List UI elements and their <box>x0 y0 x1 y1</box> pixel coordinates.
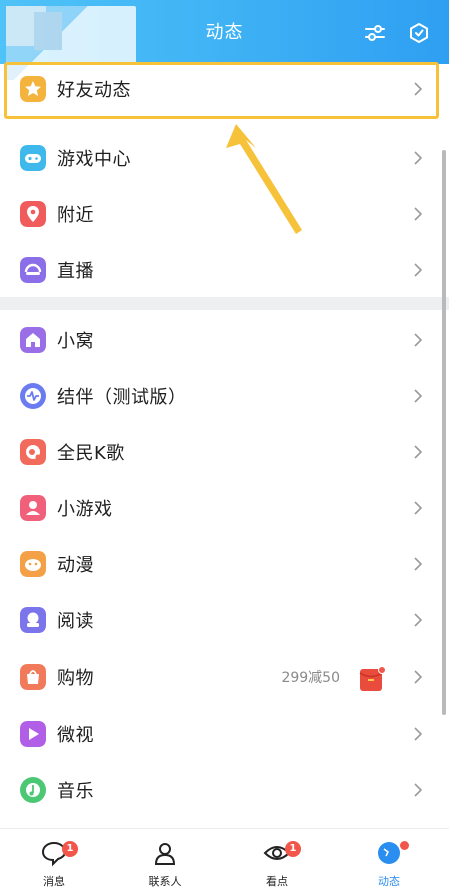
chevron-right-icon <box>414 389 423 403</box>
location-pin-icon <box>20 201 46 227</box>
chevron-right-icon <box>414 445 423 459</box>
weishi-icon <box>20 721 46 747</box>
list-item-karaoke[interactable]: 全民K歌 <box>0 424 442 480</box>
list-item-game-center[interactable]: 游戏中心 <box>0 130 442 186</box>
list-item-music[interactable]: 音乐 <box>0 762 442 818</box>
chevron-right-icon <box>414 263 423 277</box>
reading-icon <box>20 607 46 633</box>
tab-label: 联系人 <box>148 875 182 888</box>
comic-icon <box>20 551 46 577</box>
tab-label: 看点 <box>266 875 288 888</box>
chevron-right-icon <box>414 333 423 347</box>
watch-badge: 1 <box>285 841 301 857</box>
planet-icon <box>378 842 400 864</box>
list-item-label: 小游戏 <box>57 499 113 520</box>
list-item-label: 附近 <box>57 205 94 226</box>
list-item-label: 购物 <box>57 668 94 689</box>
promo-text: 299减50 <box>281 670 340 686</box>
list-item-label: 全民K歌 <box>57 443 125 464</box>
list-item-label: 小窝 <box>57 331 94 352</box>
list-item-nest[interactable]: 小窝 <box>0 312 442 368</box>
highlight-box <box>4 62 439 119</box>
pulse-icon <box>20 383 46 409</box>
list-item-label: 动漫 <box>57 555 94 576</box>
chevron-right-icon <box>414 207 423 221</box>
tab-watch[interactable]: 1 看点 <box>237 829 317 896</box>
chevron-right-icon <box>414 727 423 741</box>
list-item-comic[interactable]: 动漫 <box>0 536 442 592</box>
list-item-label: 音乐 <box>57 781 94 802</box>
list-item-label: 结伴（测试版） <box>57 387 187 408</box>
music-icon <box>20 777 46 803</box>
message-badge: 1 <box>62 841 78 857</box>
filter-sliders-icon[interactable] <box>364 22 386 44</box>
contacts-icon <box>154 843 176 865</box>
gamepad-icon <box>20 145 46 171</box>
list-item-label: 游戏中心 <box>57 149 131 170</box>
chevron-right-icon <box>414 557 423 571</box>
feeds-dot <box>400 841 409 850</box>
section-divider <box>0 297 449 310</box>
karaoke-icon <box>20 439 46 465</box>
bottom-tab-bar: 1 消息 联系人 1 看点 动态 <box>0 828 449 896</box>
red-packet-icon[interactable] <box>359 666 385 692</box>
list-item-mini-game[interactable]: 小游戏 <box>0 480 442 536</box>
list-item-weishi[interactable]: 微视 <box>0 706 442 762</box>
mini-game-icon <box>20 495 46 521</box>
chevron-right-icon <box>414 670 423 684</box>
tab-messages[interactable]: 1 消息 <box>14 829 94 896</box>
tab-contacts[interactable]: 联系人 <box>125 829 205 896</box>
hexagon-settings-icon[interactable] <box>408 22 430 44</box>
home-icon <box>20 327 46 353</box>
list-item-nearby[interactable]: 附近 <box>0 186 442 242</box>
list-item-label: 阅读 <box>57 611 94 632</box>
live-icon <box>20 257 46 283</box>
list-item-live[interactable]: 直播 <box>0 242 442 298</box>
list-item-label: 微视 <box>57 725 94 746</box>
chevron-right-icon <box>414 783 423 797</box>
list-item-label: 直播 <box>57 261 94 282</box>
chevron-right-icon <box>414 151 423 165</box>
scrollbar[interactable] <box>442 150 446 715</box>
chevron-right-icon <box>414 613 423 627</box>
tab-feeds[interactable]: 动态 <box>349 829 429 896</box>
list-item-partner[interactable]: 结伴（测试版） <box>0 368 442 424</box>
tab-label: 消息 <box>43 875 65 888</box>
tab-label: 动态 <box>378 875 400 888</box>
chevron-right-icon <box>414 501 423 515</box>
list-item-reading[interactable]: 阅读 <box>0 592 442 648</box>
shopping-icon <box>20 664 46 690</box>
